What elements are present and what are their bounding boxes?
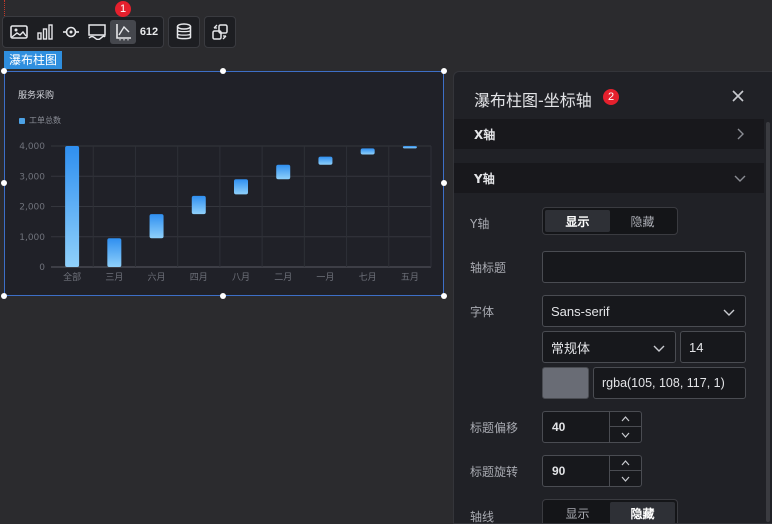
- y-axis-toggle: 显示 隐藏: [542, 207, 678, 235]
- waterfall-bar: [149, 214, 164, 239]
- resize-handle-ne[interactable]: [441, 68, 447, 74]
- chevron-down-icon: [621, 432, 630, 438]
- chevron-down-icon: [653, 345, 665, 352]
- number-label: 612: [139, 26, 159, 38]
- close-icon[interactable]: [730, 88, 746, 104]
- axis-line-hide-option[interactable]: 隐藏: [610, 502, 675, 523]
- section-x-axis-label: X轴: [474, 128, 496, 142]
- resize-handle-w[interactable]: [1, 180, 7, 186]
- x-tick-label: 一月: [316, 272, 334, 283]
- x-tick-label: 四月: [190, 272, 208, 283]
- section-x-axis[interactable]: X轴: [454, 119, 764, 149]
- chevron-down-icon: [723, 309, 735, 316]
- increment-button[interactable]: [610, 412, 641, 427]
- panel-scrollbar[interactable]: [766, 122, 770, 522]
- resize-handle-se[interactable]: [441, 293, 447, 299]
- y-axis-show-option[interactable]: 显示: [545, 210, 610, 232]
- x-tick-label: 五月: [401, 272, 419, 283]
- axis-title-input[interactable]: [542, 251, 746, 283]
- y-tick-label: 3,000: [19, 172, 45, 182]
- waterfall-bar: [191, 195, 206, 215]
- y-tick-label: 4,000: [19, 142, 45, 152]
- title-offset-stepper[interactable]: 40: [542, 411, 642, 443]
- title-rotate-value: 90: [552, 464, 566, 478]
- font-family-select[interactable]: Sans-serif: [542, 295, 746, 327]
- x-tick-label: 二月: [274, 272, 292, 283]
- chevron-up-icon: [621, 460, 630, 466]
- axis-settings-panel: 瀑布柱图-坐标轴 2 X轴 Y轴 Y轴 显示 隐藏 轴标题 字体 Sans-se…: [453, 71, 772, 524]
- section-y-axis-label: Y轴: [474, 172, 495, 186]
- font-family-value: Sans-serif: [551, 303, 610, 319]
- waterfall-bar: [107, 238, 122, 267]
- resize-handle-sw[interactable]: [1, 293, 7, 299]
- increment-button[interactable]: [610, 456, 641, 471]
- waterfall-bar: [360, 148, 375, 155]
- legend-label: 工单总数: [29, 116, 61, 125]
- waterfall-bar: [276, 164, 291, 180]
- bar-chart-icon[interactable]: [32, 20, 58, 44]
- data-group: [168, 16, 200, 48]
- screen-wave-icon[interactable]: [84, 20, 110, 44]
- x-tick-label: 八月: [232, 272, 250, 283]
- guide-line: [4, 0, 5, 16]
- y-tick-label: 1,000: [19, 233, 45, 243]
- chart-tools-group: 612: [2, 16, 164, 48]
- decrement-button[interactable]: [610, 427, 641, 442]
- chart-legend: 工单总数: [19, 115, 61, 126]
- axis-icon[interactable]: [110, 20, 136, 44]
- font-style-select[interactable]: 常规体: [542, 331, 676, 363]
- x-tick-label: 六月: [148, 271, 166, 283]
- title-offset-value: 40: [552, 420, 566, 434]
- waterfall-bar: [318, 156, 333, 165]
- title-rotate-stepper[interactable]: 90: [542, 455, 642, 487]
- waterfall-bar: [402, 146, 417, 149]
- image-icon[interactable]: [6, 20, 32, 44]
- eye-target-icon[interactable]: [58, 20, 84, 44]
- y-tick-label: 2,000: [19, 203, 45, 213]
- chevron-down-icon: [734, 175, 746, 182]
- resize-handle-s[interactable]: [220, 293, 226, 299]
- axis-title-label: 轴标题: [470, 261, 507, 275]
- chevron-down-icon: [621, 476, 630, 482]
- panel-title: 瀑布柱图-坐标轴: [474, 91, 592, 110]
- y-axis-label: Y轴: [470, 217, 490, 231]
- interaction-group: [204, 16, 236, 48]
- font-style-value: 常规体: [551, 340, 591, 356]
- title-offset-label: 标题偏移: [470, 421, 519, 435]
- font-size-input[interactable]: 14: [680, 331, 746, 363]
- component-tag[interactable]: 瀑布柱图: [4, 51, 63, 69]
- waterfall-chart: 0 1,000 2,000 3,000 4,000 全部 三月 六月 四月 八月 二月 一月 七月 五月: [19, 142, 432, 283]
- font-color-input[interactable]: rgba(105, 108, 117, 1): [593, 367, 746, 399]
- section-y-axis[interactable]: Y轴: [454, 163, 764, 193]
- number-icon[interactable]: 612: [136, 20, 162, 44]
- resize-handle-nw[interactable]: [1, 68, 7, 74]
- x-tick-label: 三月: [105, 272, 123, 283]
- axis-line-toggle: 显示 隐藏: [542, 499, 678, 523]
- axis-line-label: 轴线: [470, 510, 495, 524]
- font-label: 字体: [470, 305, 495, 319]
- decrement-button[interactable]: [610, 471, 641, 486]
- y-tick-label: 0: [39, 263, 45, 273]
- link-swap-icon[interactable]: [207, 20, 233, 44]
- y-axis-hide-option[interactable]: 隐藏: [610, 210, 675, 232]
- chart-component[interactable]: 0 1,000 2,000 3,000 4,000 全部 三月 六月 四月 八月 二月 一月 七月 五月 …: [4, 71, 444, 296]
- axis-line-show-option[interactable]: 显示: [545, 502, 610, 523]
- resize-handle-e[interactable]: [441, 180, 447, 186]
- stepper-buttons: [609, 412, 641, 442]
- title-rotate-label: 标题旋转: [470, 465, 519, 479]
- step-badge-2: 2: [603, 89, 619, 105]
- chevron-right-icon: [737, 128, 744, 140]
- step-badge-1: 1: [115, 1, 131, 17]
- chevron-up-icon: [621, 416, 630, 422]
- font-color-swatch[interactable]: [542, 367, 589, 399]
- database-icon[interactable]: [171, 20, 197, 44]
- x-tick-label: 全部: [63, 271, 81, 283]
- chart-title: 服务采购: [18, 91, 55, 101]
- legend-swatch: [19, 117, 25, 124]
- waterfall-bar: [234, 179, 248, 195]
- waterfall-bar: [65, 146, 80, 267]
- x-tick-label: 七月: [359, 272, 377, 283]
- resize-handle-n[interactable]: [220, 68, 226, 74]
- stepper-buttons: [609, 456, 641, 486]
